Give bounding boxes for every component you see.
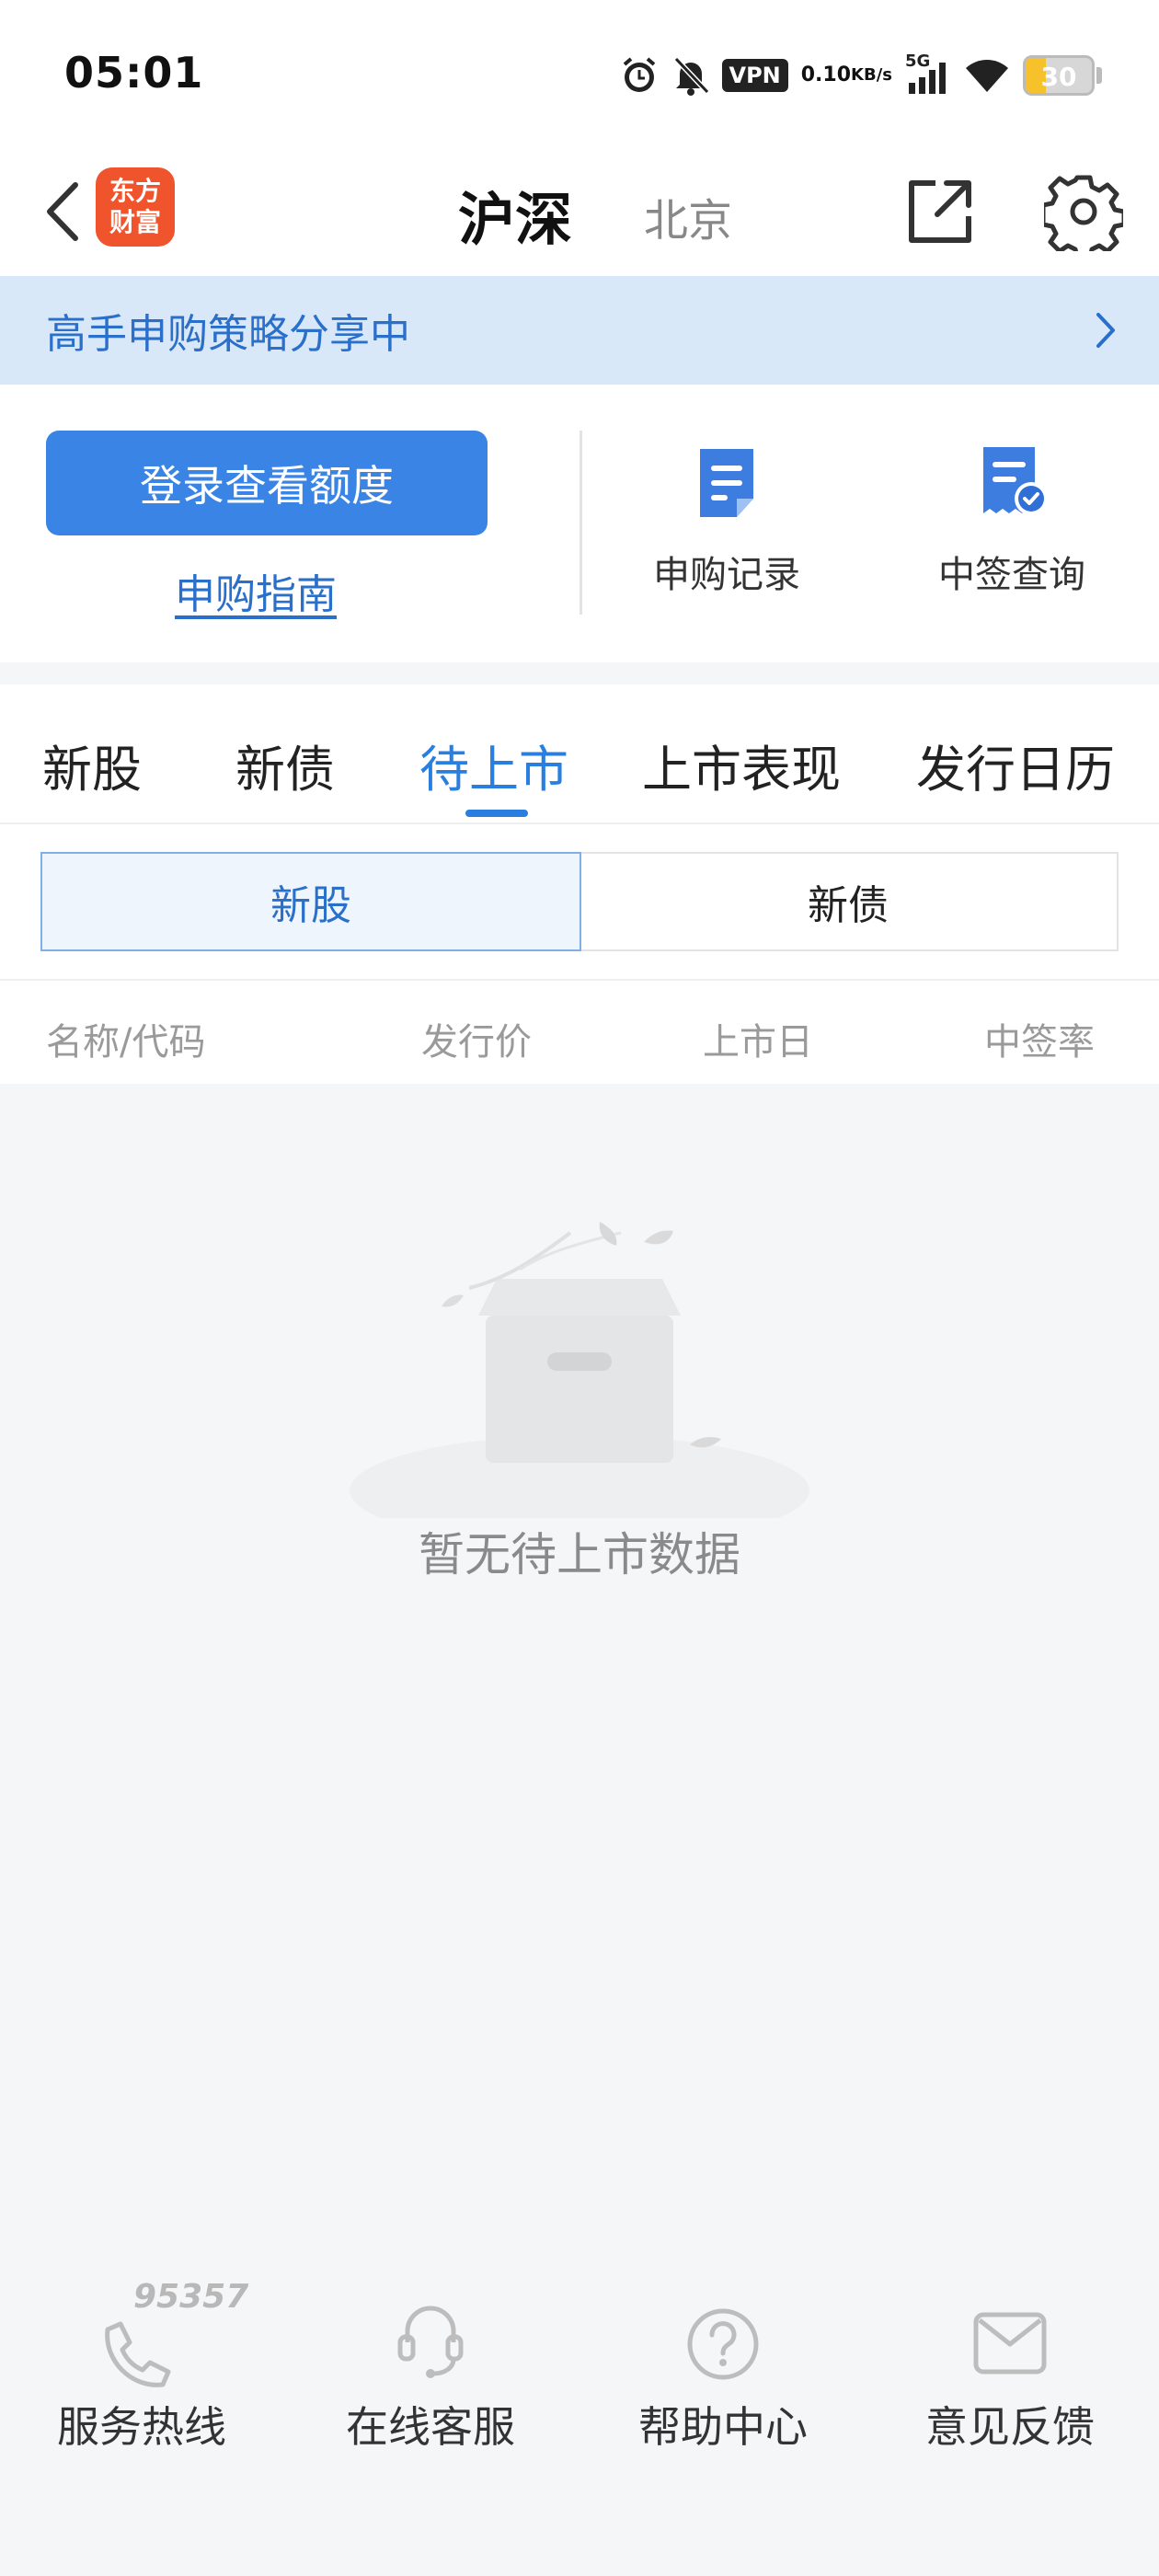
- empty-state-text: 暂无待上市数据: [419, 1528, 740, 1581]
- subscription-record-button[interactable]: 申购记录: [625, 442, 828, 598]
- tab-new-bonds[interactable]: 新债: [235, 729, 335, 801]
- vpn-icon: VPN: [721, 59, 788, 92]
- chevron-right-icon: [1096, 313, 1115, 348]
- share-button[interactable]: [896, 167, 984, 256]
- help-icon: [682, 2291, 764, 2383]
- footer-item-label: 帮助中心: [638, 2402, 808, 2452]
- table-header: 名称/代码 发行价 上市日 中签率: [0, 979, 1159, 1084]
- column-listing-date[interactable]: 上市日: [703, 1012, 813, 1065]
- feedback-button[interactable]: 意见反馈: [890, 2291, 1130, 2455]
- header: 东方 财富 沪深 北京: [0, 147, 1159, 276]
- gear-icon: [1044, 175, 1123, 251]
- quick-item-label: 申购记录: [653, 554, 800, 596]
- subscription-guide-link[interactable]: 申购指南: [175, 561, 337, 620]
- network-type: 5G: [905, 52, 931, 71]
- segment-new-stocks[interactable]: 新股: [40, 852, 581, 951]
- help-center-button[interactable]: 帮助中心: [603, 2291, 843, 2455]
- net-speed-unit: KB/s: [851, 65, 892, 85]
- phone-icon: 95357: [100, 2278, 248, 2387]
- net-speed-value: 0.10: [800, 63, 852, 86]
- settings-button[interactable]: [1038, 166, 1130, 258]
- net-speed: 0.10 KB/s: [801, 65, 892, 86]
- tab-listing-performance[interactable]: 上市表现: [642, 729, 841, 801]
- app-logo[interactable]: 东方 财富: [96, 167, 175, 247]
- share-icon: [909, 180, 971, 243]
- footer-item-label: 在线客服: [346, 2402, 515, 2452]
- signal-icon: 5G: [905, 52, 951, 96]
- market-tab-beijing[interactable]: 北京: [644, 184, 732, 248]
- market-tab-shanghai-shenzhen[interactable]: 沪深: [458, 173, 572, 256]
- receipt-check-icon: [970, 442, 1053, 524]
- divider: [580, 431, 582, 615]
- logo-line2: 财富: [109, 207, 161, 237]
- online-service-button[interactable]: 在线客服: [311, 2291, 550, 2455]
- quick-item-label: 中签查询: [938, 554, 1085, 596]
- footer-item-label: 意见反馈: [925, 2402, 1095, 2452]
- service-hotline-button[interactable]: 95357 服务热线: [22, 2278, 261, 2455]
- column-winning-rate[interactable]: 中签率: [984, 1012, 1095, 1065]
- status-icons: VPN 0.10 KB/s 5G 30: [619, 52, 1102, 99]
- back-button[interactable]: [35, 175, 90, 248]
- active-tab-indicator: [465, 810, 528, 817]
- battery-text: 30: [1040, 62, 1077, 92]
- chevron-left-icon: [47, 182, 78, 241]
- logo-line1: 东方: [109, 176, 161, 206]
- mail-icon: [969, 2291, 1051, 2383]
- tab-issue-calendar[interactable]: 发行日历: [916, 729, 1115, 801]
- footer-service-bar: 95357 服务热线 在线客服 帮助中心 意见反馈: [0, 2278, 1159, 2475]
- banner-text: 高手申购策略分享中: [46, 311, 410, 358]
- main-tabs: 新股 新债 待上市 上市表现 发行日历: [0, 684, 1159, 824]
- empty-box-illustration: [340, 1214, 819, 1546]
- mute-bell-icon: [672, 55, 709, 96]
- tab-new-stocks[interactable]: 新股: [42, 729, 142, 801]
- battery-icon: 30: [1023, 55, 1095, 96]
- wifi-icon: [964, 57, 1010, 94]
- segmented-control: 新股 新债: [40, 852, 1119, 951]
- winning-query-button[interactable]: 中签查询: [911, 442, 1113, 598]
- column-issue-price[interactable]: 发行价: [421, 1012, 532, 1065]
- promo-banner[interactable]: 高手申购策略分享中: [0, 276, 1159, 385]
- login-button[interactable]: 登录查看额度: [46, 431, 488, 535]
- status-bar: 05:01 VPN 0.10 KB/s 5G 30: [0, 0, 1159, 147]
- document-icon: [685, 442, 768, 524]
- column-name-code[interactable]: 名称/代码: [46, 1012, 205, 1065]
- hotline-number: 95357: [133, 2278, 249, 2316]
- tab-pending-listing[interactable]: 待上市: [419, 729, 568, 801]
- battery-nub: [1096, 67, 1102, 84]
- action-panel: 登录查看额度 申购指南 申购记录 中签查询: [0, 385, 1159, 662]
- alarm-icon: [619, 55, 660, 96]
- status-time: 05:01: [64, 48, 204, 98]
- segment-new-bonds[interactable]: 新债: [580, 854, 1117, 949]
- headset-icon: [389, 2291, 472, 2383]
- segment-area: 新股 新债: [0, 824, 1159, 979]
